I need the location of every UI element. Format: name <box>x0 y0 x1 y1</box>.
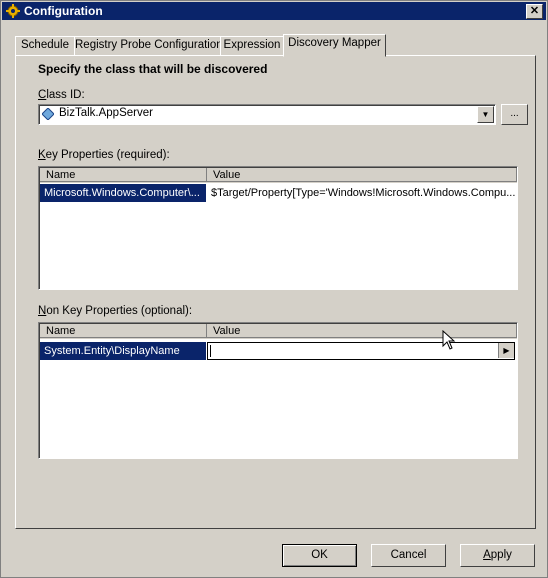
close-icon: ✕ <box>529 5 540 17</box>
label-text: on Key Properties (optional): <box>46 305 193 317</box>
key-properties-label: Key Properties (required): <box>38 149 170 161</box>
close-button[interactable]: ✕ <box>526 4 543 19</box>
key-properties-grid[interactable]: Name Value Microsoft.Windows.Computer\..… <box>38 166 518 290</box>
non-key-row-name-cell[interactable]: System.Entity\DisplayName <box>40 342 206 360</box>
mouse-pointer-icon <box>442 330 456 350</box>
chevron-right-icon[interactable]: ▶ <box>498 343 514 358</box>
tab-schedule[interactable]: Schedule <box>15 36 75 56</box>
class-id-value: BizTalk.AppServer <box>59 107 153 119</box>
grid-header: Name Value <box>40 168 517 183</box>
non-key-properties-label: Non Key Properties (optional): <box>38 305 192 317</box>
class-diamond-icon <box>42 108 54 120</box>
button-label: pply <box>490 549 512 561</box>
apply-button[interactable]: Apply <box>460 544 535 567</box>
tab-label: Expression <box>223 39 281 51</box>
chevron-down-icon[interactable]: ▼ <box>477 106 494 123</box>
configuration-dialog: Configuration ✕ Schedule Registry Probe … <box>0 0 548 578</box>
tab-registry-probe-configuration[interactable]: Registry Probe Configuration <box>74 36 223 56</box>
title-bar[interactable]: Configuration ✕ <box>2 2 546 20</box>
column-header-value[interactable]: Value <box>207 168 517 182</box>
column-header-name[interactable]: Name <box>40 324 207 338</box>
tab-label: Schedule <box>21 39 69 51</box>
text-caret <box>210 345 211 357</box>
browse-class-button[interactable]: ... <box>501 104 528 125</box>
gear-icon <box>6 4 20 18</box>
accelerator-key: K <box>38 149 46 161</box>
cancel-button[interactable]: Cancel <box>371 544 446 567</box>
label-text: lass ID: <box>46 89 85 101</box>
ok-button[interactable]: OK <box>282 544 357 567</box>
non-key-row-value-editor[interactable]: ▶ <box>207 342 515 360</box>
column-header-value[interactable]: Value <box>207 324 517 338</box>
label-text: ey Properties (required): <box>45 149 170 161</box>
tab-expression[interactable]: Expression <box>220 36 284 56</box>
panel-heading: Specify the class that will be discovere… <box>38 62 268 76</box>
accelerator-key: A <box>483 549 491 561</box>
tab-discovery-mapper[interactable]: Discovery Mapper <box>283 34 386 57</box>
tab-label: Discovery Mapper <box>288 37 381 49</box>
class-id-label: Class ID: <box>38 89 85 101</box>
window-title: Configuration <box>24 4 103 18</box>
tab-label: Registry Probe Configuration <box>75 39 223 51</box>
key-row-value-cell[interactable]: $Target/Property[Type='Windows!Microsoft… <box>207 184 516 202</box>
key-row-name-cell[interactable]: Microsoft.Windows.Computer\... <box>40 184 206 202</box>
discovery-mapper-panel: Specify the class that will be discovere… <box>15 55 536 529</box>
column-header-name[interactable]: Name <box>40 168 207 182</box>
class-id-combobox[interactable]: BizTalk.AppServer ▼ <box>38 104 496 125</box>
